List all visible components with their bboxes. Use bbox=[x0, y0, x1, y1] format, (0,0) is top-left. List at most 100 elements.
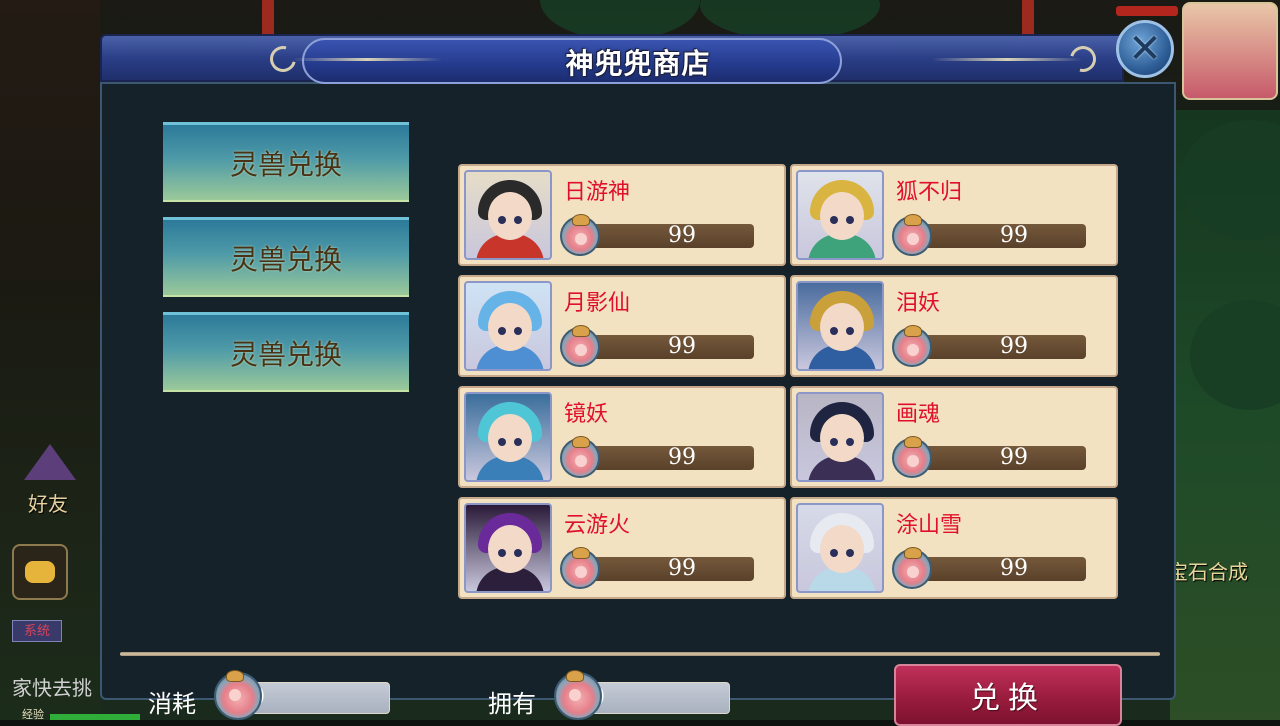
portrait-eye bbox=[498, 327, 506, 335]
item-price: 99 bbox=[1000, 223, 1028, 248]
category-tab-label: 灵兽兑换 bbox=[229, 337, 342, 371]
item-card[interactable]: 狐不归 99 bbox=[790, 164, 1118, 266]
close-button[interactable]: ✕ bbox=[1116, 20, 1174, 78]
item-card[interactable]: 云游火 99 bbox=[458, 497, 786, 599]
price-bar: 99 bbox=[912, 557, 1086, 581]
pet-portrait bbox=[796, 503, 884, 593]
currency-bag-icon bbox=[560, 436, 600, 478]
chat-button[interactable] bbox=[12, 544, 68, 600]
owned-label: 拥有 bbox=[488, 690, 536, 718]
friends-label: 好友 bbox=[28, 492, 68, 516]
portrait-eye bbox=[846, 549, 854, 557]
item-card[interactable]: 月影仙 99 bbox=[458, 275, 786, 377]
item-name: 狐不归 bbox=[896, 180, 963, 205]
currency-bag-icon bbox=[554, 670, 602, 720]
shop-title: 神兜兜商店 bbox=[565, 47, 711, 80]
item-price: 99 bbox=[1000, 334, 1028, 359]
currency-bag-icon bbox=[560, 214, 600, 256]
chat-message: 家快去挑 bbox=[12, 676, 92, 700]
currency-bag-icon bbox=[892, 436, 932, 478]
pet-portrait bbox=[796, 281, 884, 371]
item-price: 99 bbox=[668, 223, 696, 248]
scene-left-area bbox=[0, 0, 100, 720]
portrait-eye bbox=[514, 438, 522, 446]
pet-portrait bbox=[464, 281, 552, 371]
portrait-face bbox=[488, 192, 532, 240]
item-card[interactable]: 日游神 99 bbox=[458, 164, 786, 266]
portrait-face bbox=[488, 525, 532, 573]
item-card[interactable]: 画魂 99 bbox=[790, 386, 1118, 488]
portrait-eye bbox=[498, 549, 506, 557]
wizard-hat-icon bbox=[24, 444, 76, 480]
pet-portrait bbox=[796, 170, 884, 260]
currency-bag-icon bbox=[892, 547, 932, 589]
category-tab-3[interactable]: 灵兽兑换 bbox=[163, 312, 409, 392]
portrait-face bbox=[820, 192, 864, 240]
category-tab-label: 灵兽兑换 bbox=[229, 242, 342, 276]
pet-portrait bbox=[464, 392, 552, 482]
item-price: 99 bbox=[668, 334, 696, 359]
portrait-eye bbox=[846, 438, 854, 446]
pet-portrait bbox=[796, 392, 884, 482]
item-name: 泪妖 bbox=[896, 291, 941, 316]
currency-bag-icon bbox=[560, 547, 600, 589]
item-price: 99 bbox=[668, 445, 696, 470]
price-bar: 99 bbox=[580, 446, 754, 470]
portrait-eye bbox=[514, 327, 522, 335]
shop-panel: 灵兽兑换 灵兽兑换 灵兽兑换 日游神 99 狐不归 99 月影仙 99 泪妖 99 镜妖 99 画魂… bbox=[100, 82, 1176, 726]
footer-divider bbox=[120, 652, 1160, 656]
category-tab-1[interactable]: 灵兽兑换 bbox=[163, 122, 409, 202]
category-tab-label: 灵兽兑换 bbox=[229, 147, 342, 181]
hp-bar bbox=[1116, 6, 1178, 16]
portrait-eye bbox=[846, 216, 854, 224]
portrait-face bbox=[488, 414, 532, 462]
item-price: 99 bbox=[1000, 556, 1028, 581]
system-tag: 系统 bbox=[12, 620, 62, 642]
exp-label: 经验 bbox=[22, 708, 44, 720]
pet-portrait bbox=[464, 170, 552, 260]
currency-bag-icon bbox=[214, 670, 262, 720]
item-name: 画魂 bbox=[896, 402, 941, 427]
gem-synthesis-label: 宝石合成 bbox=[1168, 560, 1248, 584]
price-bar: 99 bbox=[580, 224, 754, 248]
portrait-eye bbox=[498, 216, 506, 224]
price-bar: 99 bbox=[580, 557, 754, 581]
friends-button[interactable]: 好友 bbox=[10, 444, 90, 516]
portrait-eye bbox=[846, 327, 854, 335]
portrait-eye bbox=[830, 549, 838, 557]
category-tab-2[interactable]: 灵兽兑换 bbox=[163, 217, 409, 297]
portrait-eye bbox=[514, 216, 522, 224]
exchange-button[interactable]: 兑换 bbox=[894, 664, 1122, 726]
exchange-button-label: 兑换 bbox=[970, 681, 1046, 716]
price-bar: 99 bbox=[912, 224, 1086, 248]
item-name: 涂山雪 bbox=[896, 513, 963, 538]
currency-bag-icon bbox=[892, 214, 932, 256]
scene-pillar bbox=[1022, 0, 1034, 34]
player-avatar[interactable] bbox=[1182, 2, 1278, 100]
item-card[interactable]: 镜妖 99 bbox=[458, 386, 786, 488]
item-name: 日游神 bbox=[564, 180, 631, 205]
price-bar: 99 bbox=[912, 446, 1086, 470]
portrait-face bbox=[820, 414, 864, 462]
portrait-eye bbox=[830, 216, 838, 224]
portrait-eye bbox=[830, 438, 838, 446]
pet-portrait bbox=[464, 503, 552, 593]
portrait-eye bbox=[830, 327, 838, 335]
item-card[interactable]: 涂山雪 99 bbox=[790, 497, 1118, 599]
price-bar: 99 bbox=[912, 335, 1086, 359]
shop-window: 灵兽兑换 灵兽兑换 灵兽兑换 日游神 99 狐不归 99 月影仙 99 泪妖 99 镜妖 99 画魂… bbox=[100, 20, 1176, 726]
item-card[interactable]: 泪妖 99 bbox=[790, 275, 1118, 377]
portrait-face bbox=[488, 303, 532, 351]
price-bar: 99 bbox=[580, 335, 754, 359]
item-price: 99 bbox=[1000, 445, 1028, 470]
portrait-eye bbox=[498, 438, 506, 446]
cost-label: 消耗 bbox=[148, 690, 196, 718]
portrait-face bbox=[820, 303, 864, 351]
portrait-face bbox=[820, 525, 864, 573]
currency-bag-icon bbox=[560, 325, 600, 367]
close-icon: ✕ bbox=[1128, 26, 1162, 72]
item-price: 99 bbox=[668, 556, 696, 581]
exp-bar bbox=[50, 714, 140, 720]
chat-icon bbox=[25, 561, 55, 583]
portrait-eye bbox=[514, 549, 522, 557]
